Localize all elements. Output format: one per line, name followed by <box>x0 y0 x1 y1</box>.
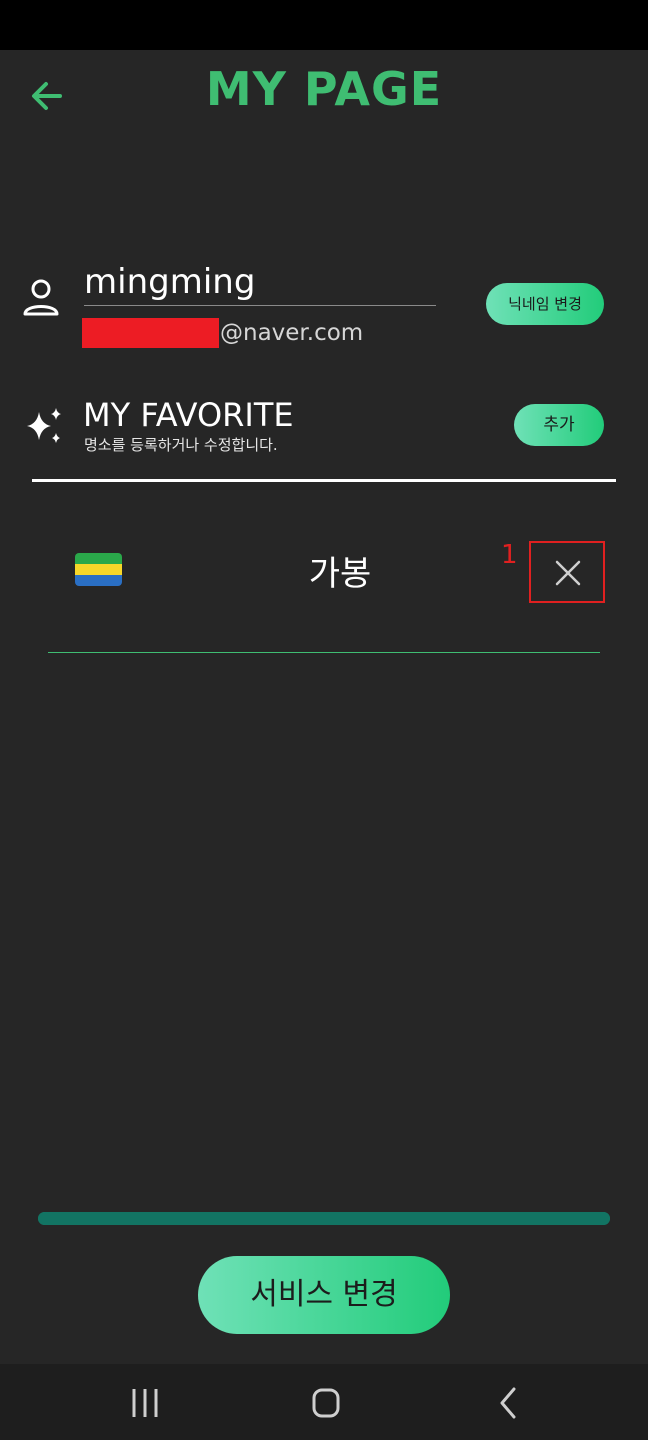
progress-fill <box>38 1212 610 1225</box>
person-icon <box>23 279 59 316</box>
email-redaction <box>82 318 219 348</box>
favorites-subtitle: 명소를 등록하거나 수정합니다. <box>84 436 278 454</box>
navigation-bar <box>0 1364 648 1440</box>
page-title: MY PAGE <box>205 62 443 116</box>
favorite-item-name[interactable]: 가봉 <box>260 546 420 595</box>
annotation-marker: 1 <box>501 540 518 570</box>
close-icon <box>555 560 581 586</box>
nickname-field[interactable]: mingming <box>84 262 255 302</box>
sparkle-icon <box>27 408 61 443</box>
add-favorite-button[interactable]: 추가 <box>514 404 604 446</box>
favorites-divider <box>32 479 616 482</box>
home-icon[interactable] <box>306 1386 346 1420</box>
recent-apps-icon[interactable] <box>125 1386 165 1420</box>
progress-bar <box>38 1212 610 1225</box>
email-text: @naver.com <box>220 320 364 346</box>
gabon-flag-icon <box>75 553 122 586</box>
email-row: @naver.com <box>82 318 363 348</box>
nickname-underline <box>84 305 436 306</box>
favorites-title: MY FAVORITE <box>83 396 294 434</box>
back-chevron-icon[interactable] <box>488 1386 528 1420</box>
change-nickname-button[interactable]: 닉네임 변경 <box>486 283 604 325</box>
change-service-button[interactable]: 서비스 변경 <box>198 1256 450 1334</box>
delete-favorite-button[interactable] <box>529 541 605 603</box>
item-divider <box>48 652 600 653</box>
status-bar <box>0 0 648 50</box>
